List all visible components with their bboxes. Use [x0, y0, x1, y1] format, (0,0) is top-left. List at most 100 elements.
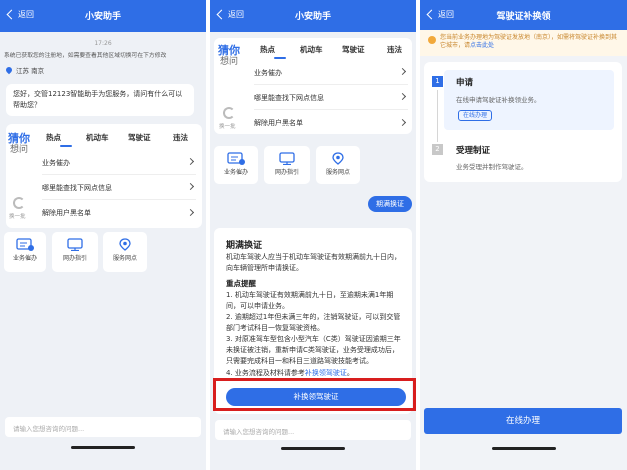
screen-assistant-home: 返回 小安助手 17:26 系统已获取您的注册地，如需要查看其他区域切换可在下方… [0, 0, 206, 470]
document-urge-icon [227, 152, 245, 165]
home-indicator [492, 447, 556, 450]
question-list: 业务催办 哪里能查找下网点信息 解除用户黑名单 [254, 60, 408, 135]
question-input[interactable]: 请输入您想咨询的问题... [5, 417, 201, 437]
region-tip: 您当前业务办理地为驾驶证发放地（南京），如需将驾驶证补换到其它城市，请点击此处 [420, 30, 627, 56]
list-item-label: 哪里能查找下网点信息 [254, 94, 324, 102]
tab-vehicle[interactable]: 机动车 [86, 132, 128, 147]
guess-label-small: 想问 [219, 57, 238, 67]
service-label: 网办指引 [274, 169, 299, 176]
top-bar: 返回 小安助手 [0, 0, 206, 32]
home-indicator [281, 447, 345, 450]
reference-prefix: 4. 业务流程及材料请参考 [226, 369, 305, 377]
chevron-right-icon [398, 92, 407, 101]
screen-guide-icon [278, 152, 296, 166]
service-label: 业务催办 [12, 255, 37, 262]
location-label: 江苏 南京 [16, 67, 45, 75]
step-number: 1 [432, 76, 443, 87]
key-points-title: 重点提醒 [226, 279, 256, 288]
refresh-label[interactable]: 换一批 [219, 122, 236, 130]
tab-violation[interactable]: 违法 [173, 132, 203, 147]
service-label: 业务催办 [223, 169, 248, 176]
home-indicator [71, 446, 135, 449]
refresh-icon[interactable] [13, 197, 25, 209]
tab-hot[interactable]: 热点 [260, 44, 300, 59]
user-message-chip: 期满换证 [368, 196, 412, 212]
list-item[interactable]: 解除用户黑名单 [42, 200, 196, 225]
guess-label-big: 猜你 [218, 44, 240, 57]
list-item[interactable]: 业务催办 [42, 150, 196, 175]
service-guide[interactable]: 网办指引 [52, 232, 98, 272]
tip-link[interactable]: 点击此处 [470, 42, 494, 49]
answer-title: 期满换证 [226, 241, 263, 251]
chevron-right-icon [186, 208, 195, 216]
refresh-label[interactable]: 换一批 [9, 212, 26, 220]
location-pin-icon [4, 65, 14, 75]
refresh-icon[interactable] [223, 107, 235, 119]
list-item[interactable]: 哪里能查找下网点信息 [42, 175, 196, 200]
highlight-box [213, 378, 416, 411]
tab-hot[interactable]: 热点 [46, 132, 86, 147]
service-outlets[interactable]: 服务网点 [316, 146, 360, 184]
tab-vehicle[interactable]: 机动车 [300, 44, 342, 59]
list-item-label: 哪里能查找下网点信息 [42, 184, 112, 192]
list-item-label: 业务催办 [42, 159, 70, 167]
key-point: 2. 逾期超过1年但未满三年的，注销驾驶证，可以到交管部门考试科目一恢复驾驶资格… [226, 313, 401, 332]
step-connector [437, 90, 438, 142]
list-item[interactable]: 解除用户黑名单 [254, 110, 408, 135]
step-number: 2 [432, 144, 443, 155]
question-input[interactable]: 请输入您想咨询的问题... [215, 420, 411, 440]
top-bar: 返回 小安助手 [210, 0, 416, 32]
tab-license[interactable]: 驾驶证 [128, 132, 173, 147]
info-icon [428, 36, 436, 44]
chevron-right-icon [398, 118, 407, 126]
service-urge[interactable]: 业务催办 [214, 146, 258, 184]
screen-guide-icon [66, 238, 84, 252]
timestamp: 17:26 [94, 40, 112, 47]
chevron-right-icon [186, 182, 195, 191]
map-pin-icon [329, 152, 347, 165]
list-item-label: 解除用户黑名单 [254, 119, 303, 127]
tip-text: 您当前业务办理地为驾驶证发放地（南京），如需将驾驶证补换到其它城市，请 [440, 34, 618, 49]
chevron-right-icon [398, 67, 407, 76]
step-desc: 在线申请驾驶证补换领业务。 [456, 96, 541, 104]
list-item[interactable]: 哪里能查找下网点信息 [254, 85, 408, 110]
service-urge[interactable]: 业务催办 [4, 232, 46, 272]
step-title: 申请 [456, 78, 474, 88]
guess-label: 猜你 想问 [8, 132, 30, 156]
tab-violation[interactable]: 违法 [387, 44, 413, 59]
guess-label-big: 猜你 [8, 132, 30, 145]
question-list: 业务催办 哪里能查找下网点信息 解除用户黑名单 [42, 150, 196, 225]
greeting-bubble: 您好，交管12123智能助手为您服务，请问有什么可以帮助您？ [6, 84, 194, 116]
online-apply-small-button[interactable]: 在线办理 [458, 110, 492, 121]
topic-tabs: 热点 机动车 驾驶证 违法 [260, 44, 413, 59]
list-item[interactable]: 业务催办 [254, 60, 408, 85]
key-point: 1. 机动车驾驶证有效期满前九十日，至逾期未满1年期间，可以申请业务。 [226, 291, 394, 310]
tab-license[interactable]: 驾驶证 [342, 44, 387, 59]
chevron-right-icon [186, 157, 195, 166]
guess-label: 猜你 想问 [218, 44, 240, 68]
list-item-label: 解除用户黑名单 [42, 209, 91, 217]
list-item-label: 业务催办 [254, 69, 282, 77]
location-selector[interactable]: 江苏 南京 [4, 65, 45, 75]
document-urge-icon [16, 238, 34, 251]
map-pin-icon [116, 238, 134, 251]
online-apply-button[interactable]: 在线办理 [424, 408, 622, 434]
topic-tabs: 热点 机动车 驾驶证 违法 [46, 132, 203, 147]
key-point: 3. 对原准驾车型包含小型汽车（C类）驾驶证因逾期三年未换证被注销，重新申请C类… [226, 335, 401, 365]
answer-intro: 机动车驾驶人应当于机动车驾驶证有效期满前九十日内，向车辆管理所申请换证。 [226, 253, 401, 272]
page-title: 驾驶证补换领 [496, 12, 551, 22]
reference-link[interactable]: 补换领驾驶证 [305, 369, 347, 377]
page-title: 小安助手 [84, 12, 121, 22]
region-notice: 系统已获取您的注册地，如需要查看其他区域切换可在下方修改 [4, 53, 167, 59]
process-steps: 1 申请 在线申请驾驶证补换领业务。 在线办理 2 受理制证 业务受理并制作驾驶… [424, 62, 622, 182]
service-label: 服务网点 [112, 255, 137, 262]
service-outlets[interactable]: 服务网点 [103, 232, 147, 272]
page-title: 小安助手 [294, 12, 331, 22]
service-guide[interactable]: 网办指引 [264, 146, 310, 184]
guess-label-small: 想问 [9, 145, 28, 155]
service-label: 网办指引 [62, 255, 87, 262]
step-title: 受理制证 [456, 146, 491, 156]
service-label: 服务网点 [325, 169, 350, 176]
step-desc: 业务受理并制作驾驶证。 [456, 163, 528, 171]
reference-suffix: 。 [346, 369, 354, 377]
